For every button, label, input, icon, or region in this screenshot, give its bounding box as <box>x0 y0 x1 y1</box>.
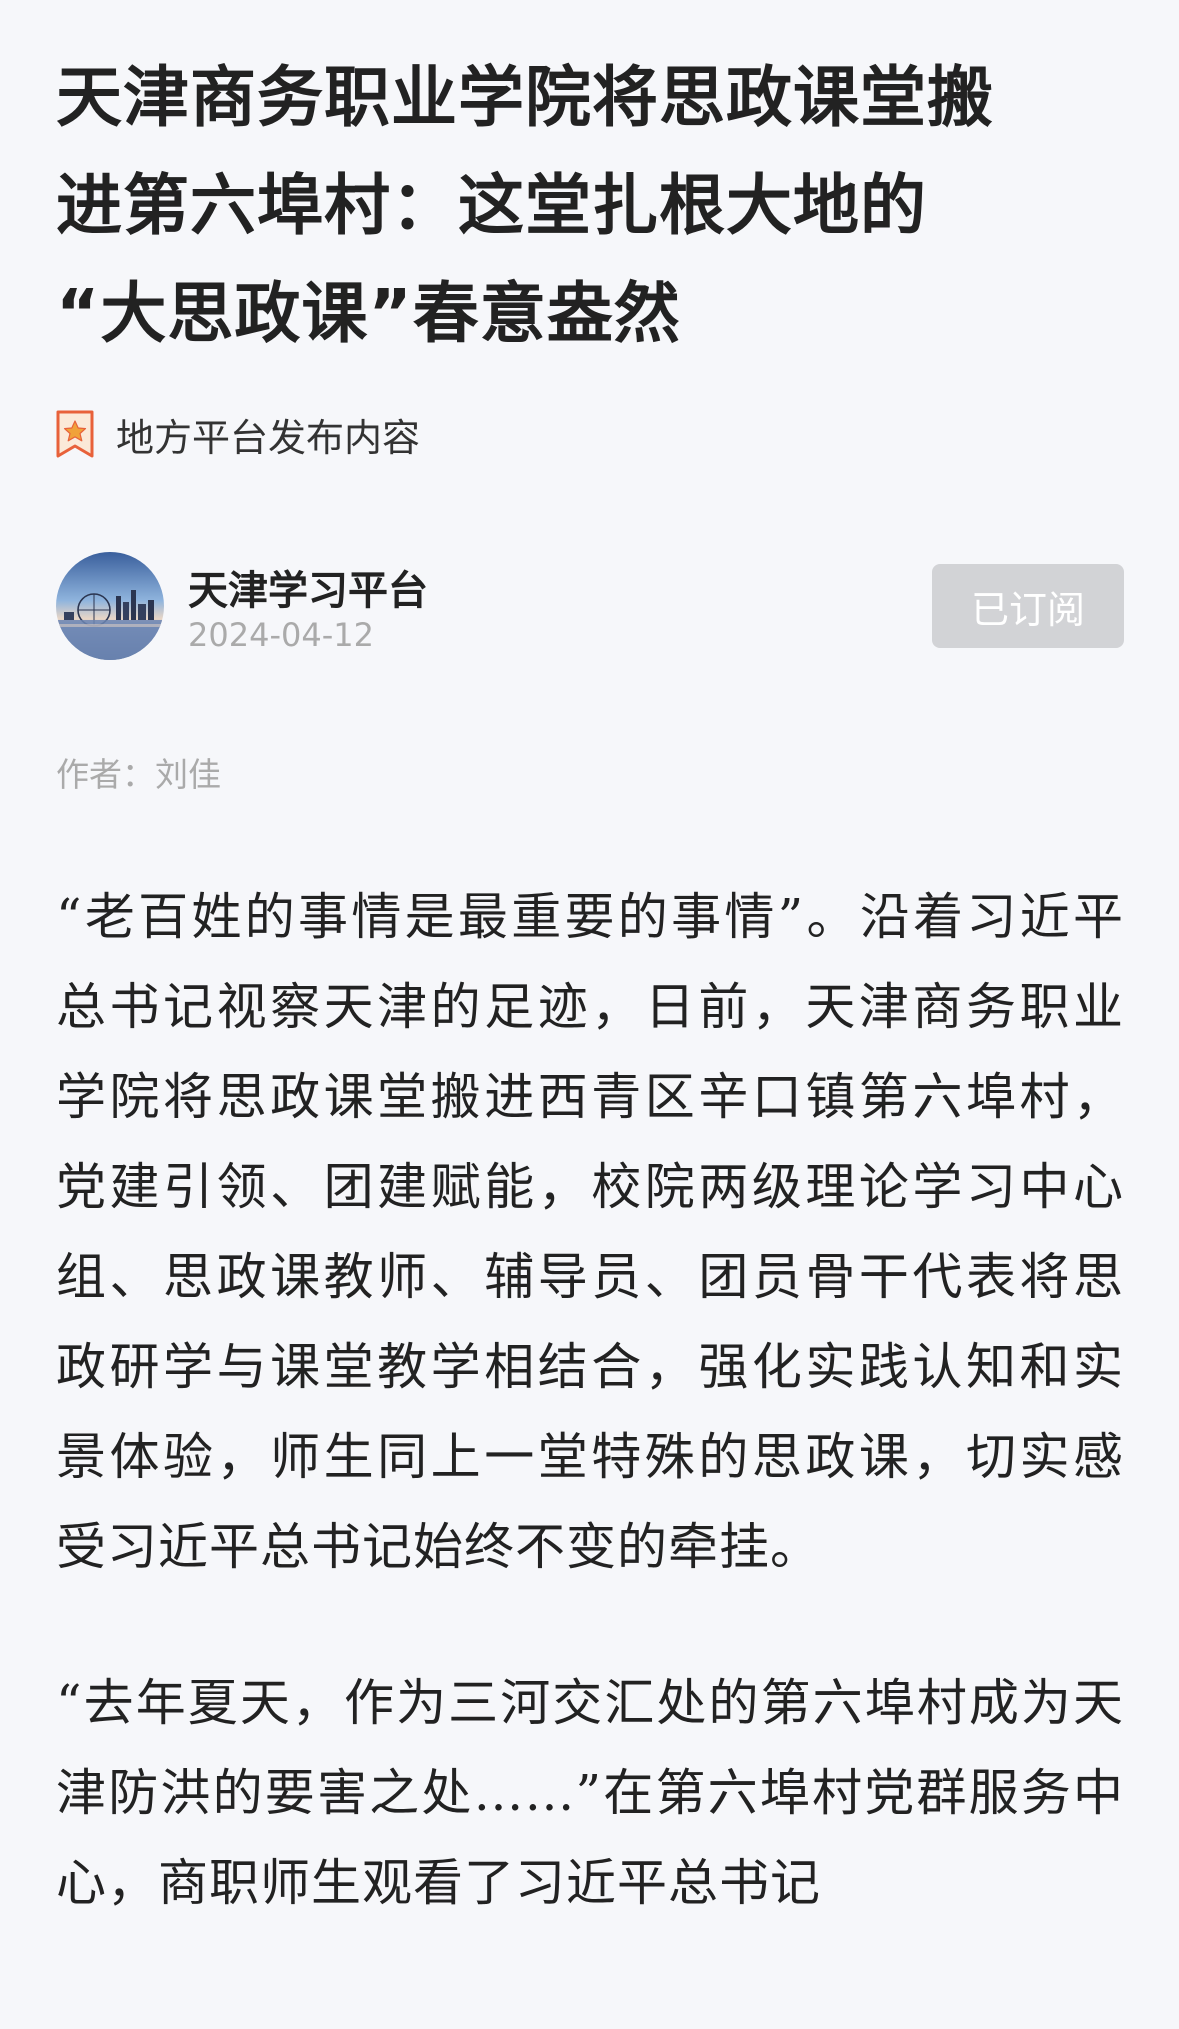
article-body: “老百姓的事情是最重要的事情”。沿着习近平总书记视察天津的足迹，日前，天津商务职… <box>56 872 1124 1928</box>
subscribed-button[interactable]: 已订阅 <box>932 564 1124 648</box>
article-paragraph: “老百姓的事情是最重要的事情”。沿着习近平总书记视察天津的足迹，日前，天津商务职… <box>56 888 1124 1576</box>
bookmark-star-icon <box>56 410 94 458</box>
avatar[interactable] <box>56 552 164 660</box>
account-name[interactable]: 天津学习平台 <box>188 558 428 616</box>
article-title-line: “大思政课”春意盎然 <box>56 275 681 352</box>
article-paragraph: “去年夏天，作为三河交汇处的第六埠村成为天津防洪的要害之处……”在第六埠村党群服… <box>56 1674 1124 1912</box>
source-label-row: 地方平台发布内容 <box>56 408 420 460</box>
article-title: 天津商务职业学院将思政课堂搬 进第六埠村：这堂扎根大地的 “大思政课”春意盎然 <box>56 44 1116 368</box>
publish-date: 2024-04-12 <box>188 616 374 654</box>
article-title-line: 进第六埠村：这堂扎根大地的 <box>56 167 927 244</box>
article-title-line: 天津商务职业学院将思政课堂搬 <box>56 59 994 136</box>
city-skyline-avatar-icon <box>56 552 164 660</box>
source-label: 地方平台发布内容 <box>116 415 421 460</box>
article-page: 天津商务职业学院将思政课堂搬 进第六埠村：这堂扎根大地的 “大思政课”春意盎然 … <box>0 0 1179 2029</box>
author-byline: 作者：刘佳 <box>56 755 221 794</box>
account-row: 天津学习平台 2024-04-12 已订阅 <box>56 552 1124 662</box>
